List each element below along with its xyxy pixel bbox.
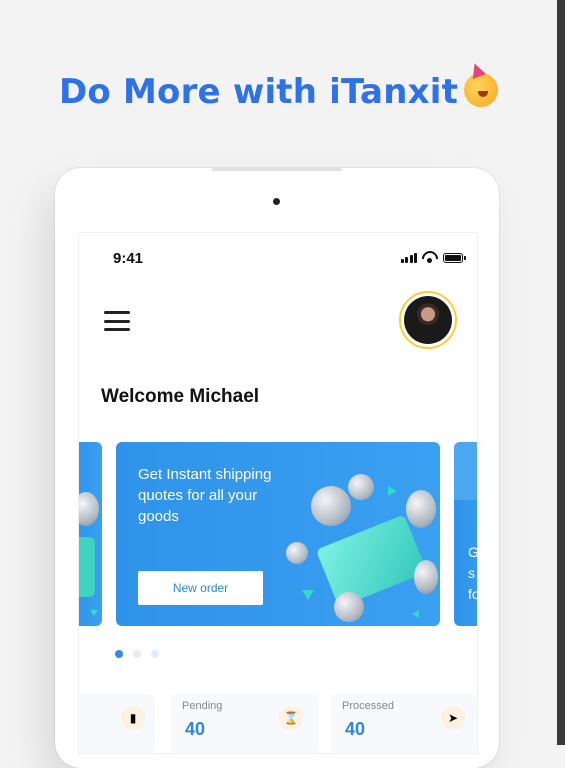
money-illustration [79, 537, 95, 597]
stat-value: 40 [345, 719, 366, 739]
card-promo-text: Get Instant shipping quotes for all your… [138, 466, 272, 525]
triangle-decoration [412, 610, 419, 618]
background-edge [557, 0, 565, 745]
rocket-icon: ➤ [441, 706, 465, 730]
avatar-photo [404, 296, 452, 344]
triangle-decoration [302, 590, 314, 600]
signal-icon [400, 253, 417, 263]
stat-card-processed[interactable]: Processed 40 ➤ [331, 694, 477, 753]
coin-illustration [79, 492, 99, 526]
carousel-pagination [115, 650, 159, 658]
status-icons [400, 251, 466, 263]
headline-text: Do More with iTanxit [58, 72, 459, 112]
coin-illustration [348, 474, 374, 500]
triangle-decoration [388, 486, 397, 496]
carousel-card-shipping[interactable]: Get Instant shipping quotes for all your… [116, 442, 440, 626]
page-headline: Do More with iTanxit [0, 72, 557, 112]
coin-illustration [414, 560, 438, 594]
stat-value: 40 [185, 719, 206, 739]
stat-label: Pending [182, 700, 223, 712]
hourglass-icon: ⌛ [279, 706, 303, 730]
coin-illustration [334, 592, 364, 622]
partying-face-icon [464, 73, 499, 107]
tablet-top-edge [212, 168, 342, 171]
coin-illustration [286, 542, 308, 564]
triangle-decoration [90, 610, 98, 616]
card-header-band [454, 442, 477, 500]
battery-icon [443, 253, 466, 263]
carousel-card-next[interactable]: G s fo [454, 442, 478, 626]
pie-chart-illustration [311, 486, 351, 526]
stat-card-shipments[interactable]: ▮ [79, 694, 155, 753]
user-avatar[interactable] [399, 291, 457, 349]
camera-icon [273, 198, 280, 205]
carousel-dot[interactable] [133, 650, 141, 658]
stat-label: Processed [342, 700, 394, 712]
stat-card-pending[interactable]: Pending 40 ⌛ [171, 694, 319, 753]
wifi-icon [422, 251, 438, 263]
carousel-card-previous[interactable] [79, 442, 102, 626]
carousel-dot[interactable] [151, 650, 159, 658]
coin-illustration [406, 490, 436, 528]
money-stack-illustration [315, 514, 428, 608]
new-order-button[interactable]: New order [138, 571, 263, 605]
welcome-heading: Welcome Michael [101, 386, 260, 407]
card-promo-text-peek: G s fo [468, 544, 478, 602]
status-time: 9:41 [113, 250, 144, 267]
hamburger-menu-icon[interactable] [104, 311, 130, 331]
carousel-dot-active[interactable] [115, 650, 123, 658]
app-screen: 9:41 Welcome Michael Get Instant shippin… [78, 232, 478, 754]
truck-icon: ▮ [121, 706, 145, 730]
